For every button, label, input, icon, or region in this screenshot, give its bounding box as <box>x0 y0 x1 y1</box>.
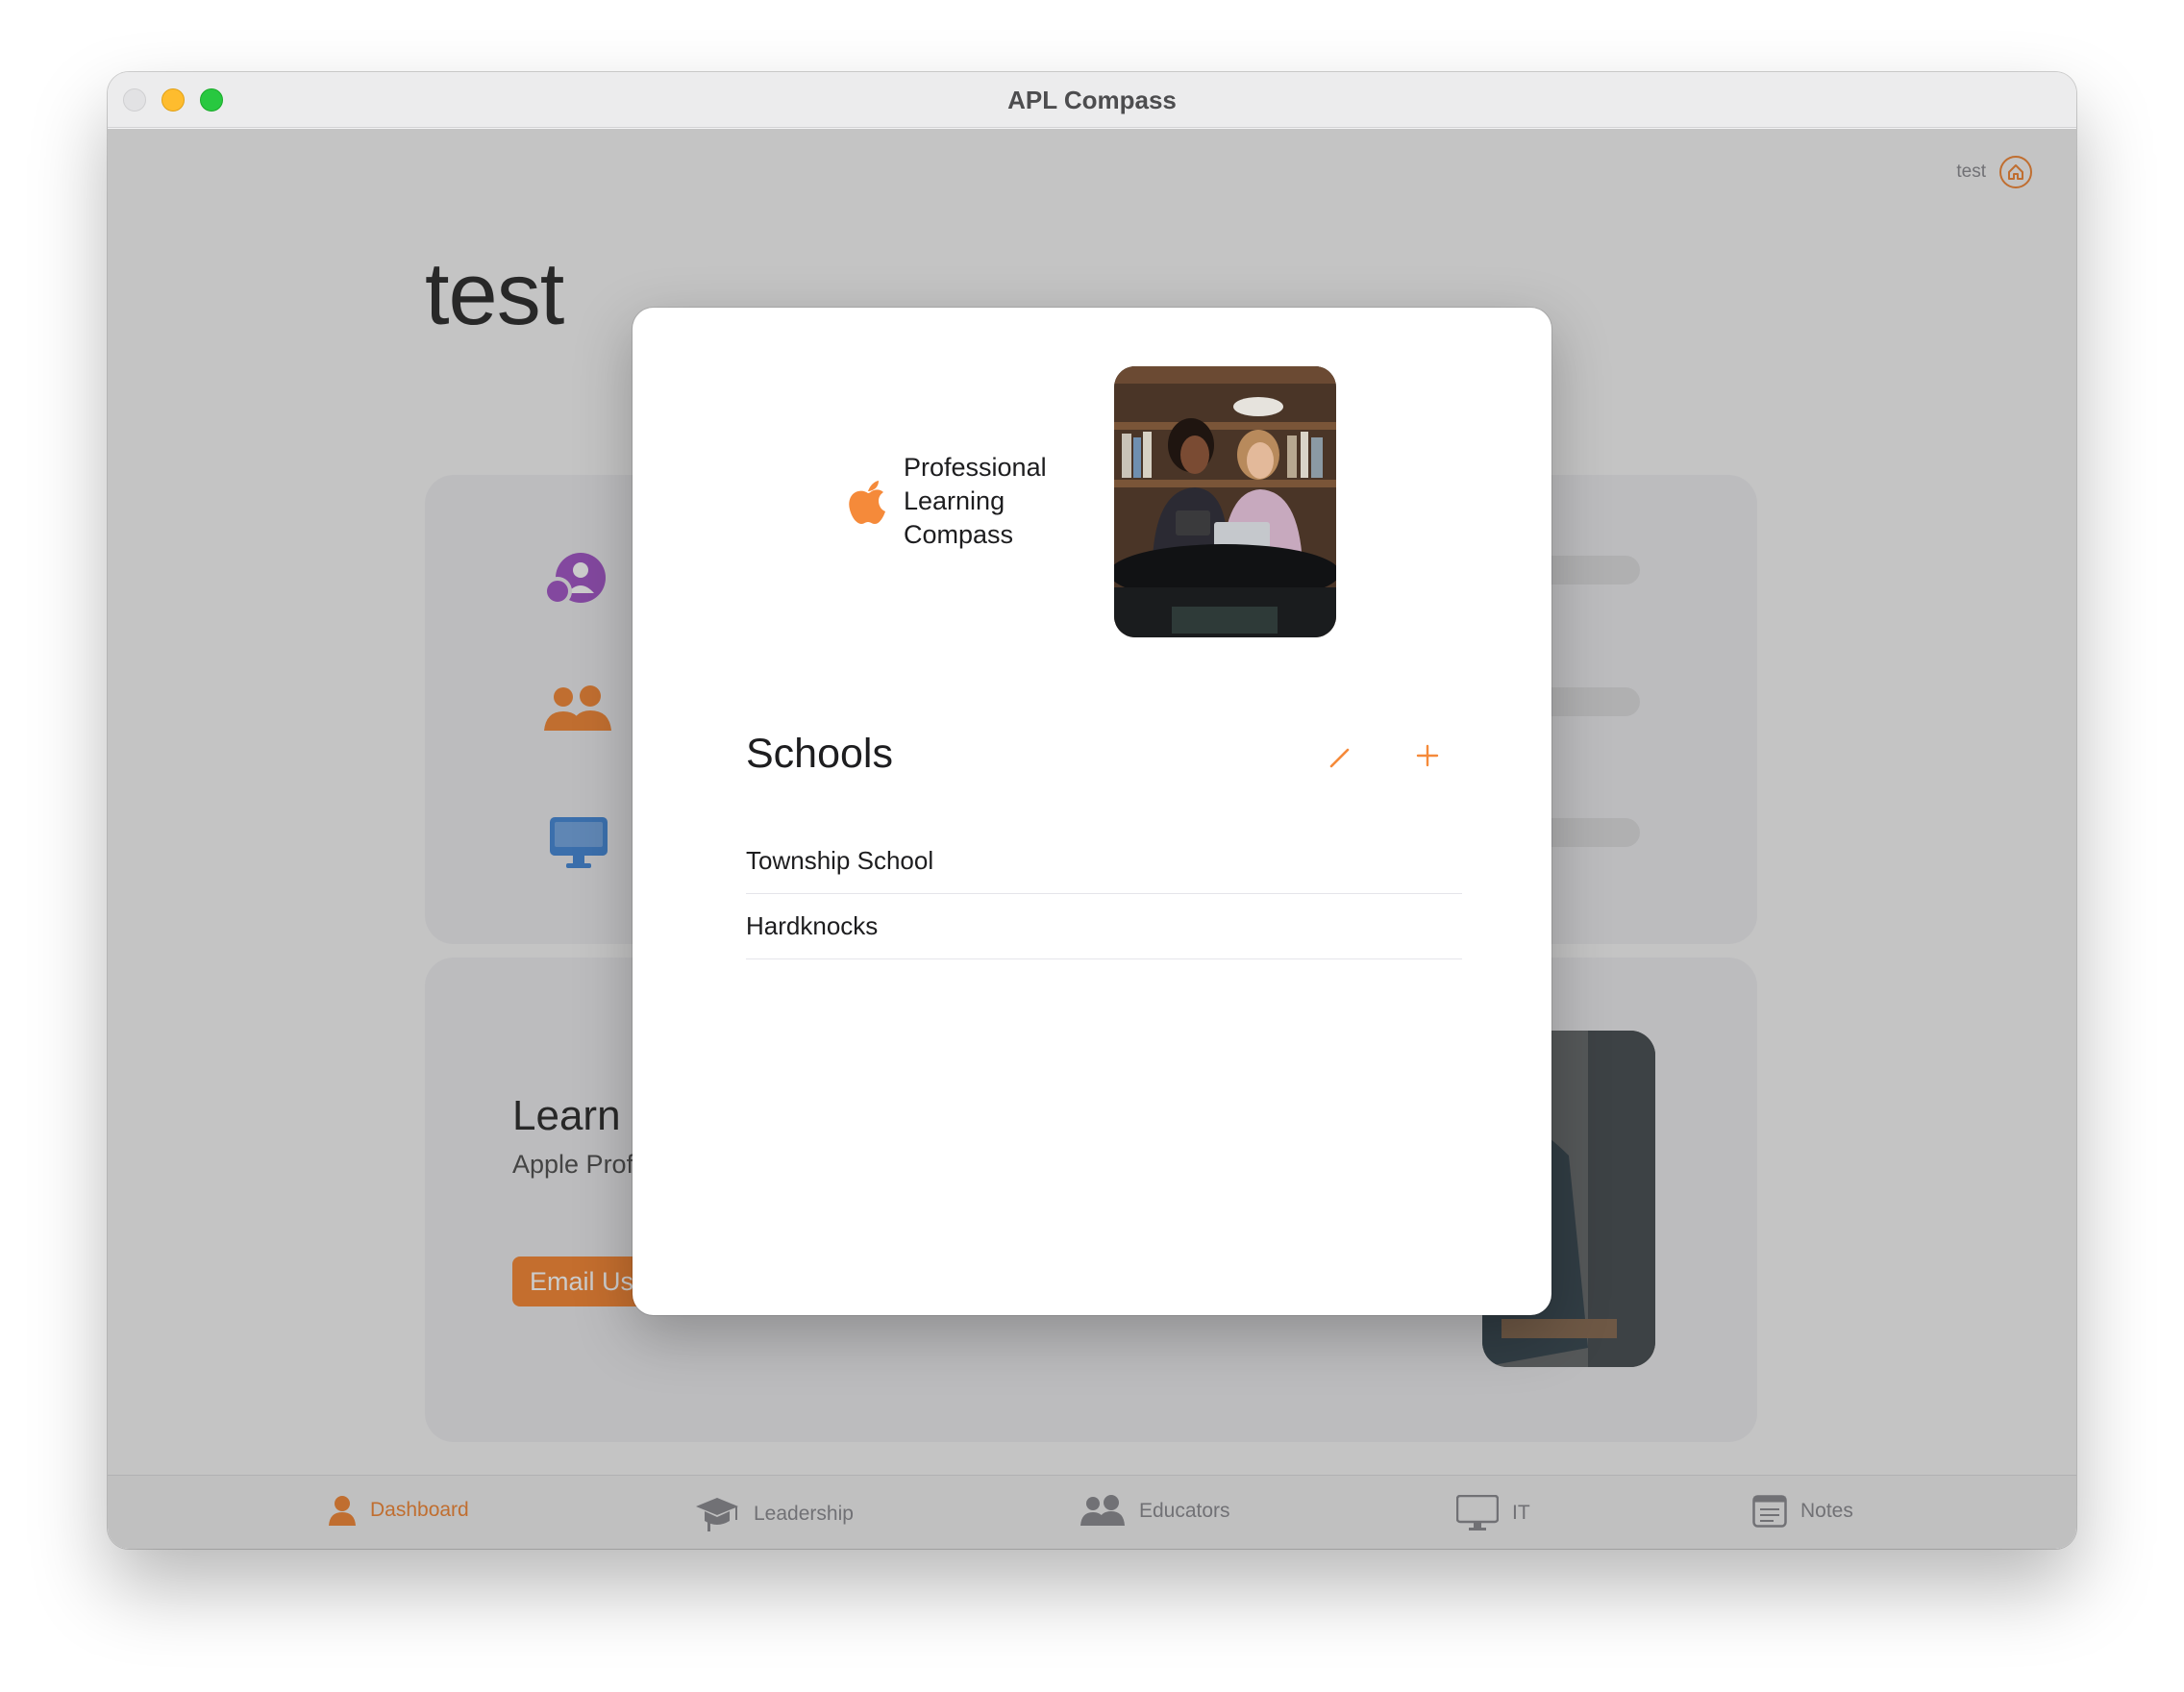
brand-lockup: Professional Learning Compass <box>848 451 1047 552</box>
schools-sheet: Professional Learning Compass Schools To… <box>633 308 1551 1315</box>
brand-text: Professional Learning Compass <box>904 451 1047 552</box>
pencil-icon <box>1329 748 1350 768</box>
school-list: Township School Hardknocks <box>746 829 1462 959</box>
brand-line-1: Professional <box>904 453 1047 482</box>
plus-icon <box>1416 744 1439 767</box>
schools-title: Schools <box>746 731 893 777</box>
title-bar: APL Compass <box>108 72 2076 128</box>
window-title: APL Compass <box>1007 86 1177 114</box>
add-school-button[interactable] <box>1408 736 1447 775</box>
brand-line-2: Learning <box>904 486 1005 515</box>
brand-line-3: Compass <box>904 520 1014 549</box>
hero-photo <box>1114 366 1336 637</box>
school-row[interactable]: Township School <box>746 829 1462 894</box>
apple-logo-icon <box>849 480 885 524</box>
school-row[interactable]: Hardknocks <box>746 894 1462 959</box>
edit-schools-button[interactable] <box>1323 740 1357 775</box>
